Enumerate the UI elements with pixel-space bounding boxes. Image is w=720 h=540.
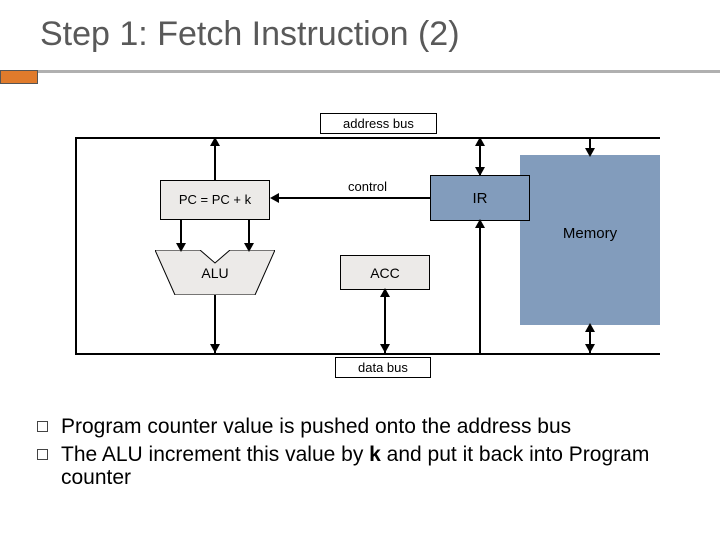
ir-to-addr-down <box>475 167 485 176</box>
acc-box: ACC <box>340 255 430 290</box>
mem-data-down <box>585 344 595 353</box>
list-item: Program counter value is pushed onto the… <box>35 415 695 439</box>
address-bus-line <box>75 137 660 139</box>
data-bus-label: data bus <box>335 357 431 378</box>
control-label: control <box>348 179 387 194</box>
bullet-text-bold: k <box>369 443 381 466</box>
alu-in-left-arrow <box>176 243 186 252</box>
bullet-list: Program counter value is pushed onto the… <box>35 415 695 494</box>
list-item: The ALU increment this value by k and pu… <box>35 443 695 490</box>
control-arrow <box>270 193 279 203</box>
ir-to-addr-up <box>475 137 485 146</box>
diagram-stage: Memory address bus data bus PC = PC + k … <box>60 95 660 395</box>
control-line <box>278 197 430 199</box>
alu-in-right-arrow <box>244 243 254 252</box>
memory-block: Memory <box>520 155 660 325</box>
pc-to-addr-arrow <box>210 137 220 146</box>
mem-addr-arrow <box>585 148 595 157</box>
acc-data-down <box>380 344 390 353</box>
bus-left-edge <box>75 137 77 355</box>
bullet-text-pre: The ALU increment this value by <box>61 443 369 466</box>
accent-bar <box>0 70 38 84</box>
ir-data-line <box>479 221 481 353</box>
acc-data-up <box>380 288 390 297</box>
alu-label: ALU <box>201 265 228 281</box>
data-bus-line <box>75 353 660 355</box>
alu-block: ALU <box>155 250 275 295</box>
slide-title: Step 1: Fetch Instruction (2) <box>40 15 460 54</box>
bullet-text: Program counter value is pushed onto the… <box>61 415 571 438</box>
ir-box: IR <box>430 175 530 221</box>
pc-box: PC = PC + k <box>160 180 270 220</box>
address-bus-label: address bus <box>320 113 437 134</box>
mem-data-up <box>585 323 595 332</box>
horizontal-rule <box>0 70 720 73</box>
ir-data-arrow <box>475 219 485 228</box>
alu-out-arrow <box>210 344 220 353</box>
